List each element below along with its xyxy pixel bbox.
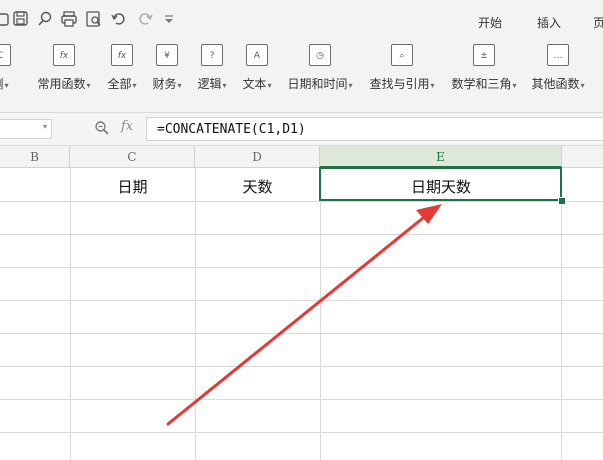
annotation-arrow [166,204,442,426]
arrow-shaft [166,212,430,426]
